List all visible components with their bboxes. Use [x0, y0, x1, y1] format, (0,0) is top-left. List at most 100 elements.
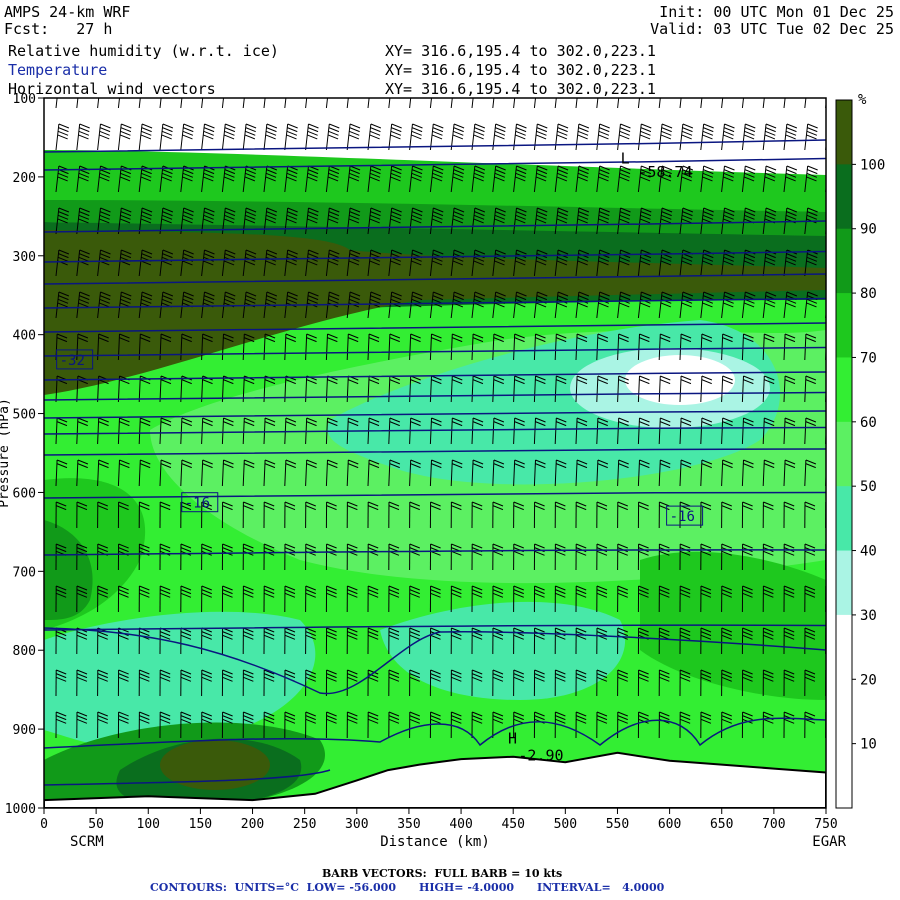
wind-barb-flag — [58, 93, 68, 97]
wind-barb-flag — [204, 82, 214, 86]
wind-barb-flag — [808, 82, 818, 86]
wind-barb-flag — [474, 93, 484, 97]
wind-barb — [825, 338, 826, 361]
wind-barb-flag — [724, 89, 734, 93]
wind-barb — [825, 669, 826, 697]
wind-barb-flag — [78, 93, 88, 97]
endpoint-right-label: EGAR — [812, 834, 846, 850]
wind-barb-flag — [620, 86, 630, 90]
wind-barb-flag — [225, 82, 235, 86]
wind-barb-flag — [704, 82, 714, 86]
wind-barb-flag — [578, 89, 588, 93]
wind-barb-flag — [100, 89, 110, 93]
wind-barb-flag — [579, 82, 589, 86]
wind-barb-flag — [825, 547, 826, 549]
wind-barb-flag — [702, 93, 712, 97]
wind-barb-flag — [599, 89, 609, 93]
wind-barb-flag — [432, 89, 442, 93]
x-tick-label: 100 — [137, 817, 160, 832]
wind-barb-flag — [100, 86, 110, 90]
colorbar-segment — [836, 293, 852, 358]
wind-barb-flag — [80, 82, 90, 86]
wind-barb-flag — [58, 86, 68, 90]
wind-barb-flag — [432, 93, 442, 97]
wind-barb-flag — [825, 669, 826, 671]
wind-barb-flag — [121, 86, 131, 90]
isotherm-label: -16 — [185, 496, 210, 512]
wind-barb-flag — [557, 93, 567, 97]
wind-barb-flag — [515, 93, 525, 97]
wind-barb-flag — [745, 86, 755, 90]
wind-barb-flag — [766, 82, 776, 86]
wind-barb-flag — [328, 93, 338, 97]
y-tick-label: 500 — [13, 408, 36, 423]
wind-barb-flag — [288, 82, 298, 86]
wind-barb-flag — [807, 89, 817, 93]
y-tick-label: 700 — [13, 565, 36, 580]
wind-barb-flag — [598, 93, 608, 97]
wind-barb — [825, 585, 826, 613]
wind-barb-flag — [391, 89, 401, 93]
wind-barb-flag — [349, 93, 359, 97]
wind-barb-flag — [495, 86, 505, 90]
wind-barb-flag — [162, 89, 172, 93]
wind-barb-flag — [825, 673, 826, 675]
colorbar-segment — [836, 228, 852, 294]
colorbar-tick-label: 40 — [860, 544, 877, 560]
wind-barb-flag — [412, 82, 422, 86]
x-axis-label: Distance (km) — [380, 834, 490, 850]
wind-barb-flag — [183, 86, 193, 90]
wind-barb-flag — [308, 89, 318, 93]
wind-barb-flag — [827, 422, 837, 426]
wind-barb-flag — [825, 501, 826, 503]
wind-barb-flag — [58, 89, 68, 93]
wind-barb-flag — [787, 82, 797, 86]
wind-barb-flag — [703, 89, 713, 93]
wind-barb-flag — [825, 715, 826, 717]
wind-barb-flag — [825, 543, 826, 545]
wind-barb-flag — [682, 93, 692, 97]
wind-barb-flag — [827, 460, 837, 464]
wind-barb-flag — [308, 86, 318, 90]
wind-barb-flag — [453, 89, 463, 93]
wind-barb-flag — [100, 82, 110, 86]
wind-barb-flag — [390, 93, 400, 97]
wind-barb-flag — [121, 82, 131, 86]
colorbar-tick-label: 30 — [860, 608, 877, 624]
wind-barb-flag — [786, 93, 796, 97]
x-tick-label: 500 — [554, 817, 577, 832]
wind-barb-flag — [495, 89, 505, 93]
extremum-annotation: -2.90 — [518, 747, 563, 765]
wind-barb-flag — [599, 86, 609, 90]
colorbar-unit-label: % — [858, 92, 867, 108]
wind-barb — [825, 711, 826, 739]
wind-barb-flag — [558, 82, 568, 86]
wind-barb-flag — [786, 89, 796, 93]
wind-barb-flag — [825, 505, 826, 507]
wind-barb-flag — [825, 711, 826, 713]
wind-barb-flag — [516, 82, 526, 86]
wind-barb-flag — [682, 86, 692, 90]
wind-barb-flag — [825, 585, 826, 587]
wind-barb-flag — [828, 86, 838, 90]
wind-barb-flag — [641, 82, 651, 86]
wind-barb-flag — [141, 93, 151, 97]
y-tick-label: 300 — [13, 250, 36, 265]
colorbar-tick-label: 50 — [860, 479, 877, 495]
colorbar-tick-label: 20 — [860, 672, 877, 688]
wind-barb-flag — [308, 82, 318, 86]
x-tick-label: 250 — [293, 817, 316, 832]
wind-barb — [825, 543, 826, 571]
wind-barb-flag — [516, 89, 526, 93]
x-tick-label: 50 — [88, 817, 104, 832]
wind-barb-flag — [825, 589, 826, 591]
y-tick-label: 100 — [13, 92, 36, 107]
x-tick-label: 600 — [658, 817, 681, 832]
wind-barb-flag — [453, 93, 463, 97]
wind-barb-flag — [59, 82, 69, 86]
wind-barb-flag — [371, 82, 381, 86]
wind-barb-flag — [287, 86, 297, 90]
wind-barb-flag — [662, 86, 672, 90]
wind-barb-flag — [370, 93, 380, 97]
wind-barb — [825, 460, 837, 487]
